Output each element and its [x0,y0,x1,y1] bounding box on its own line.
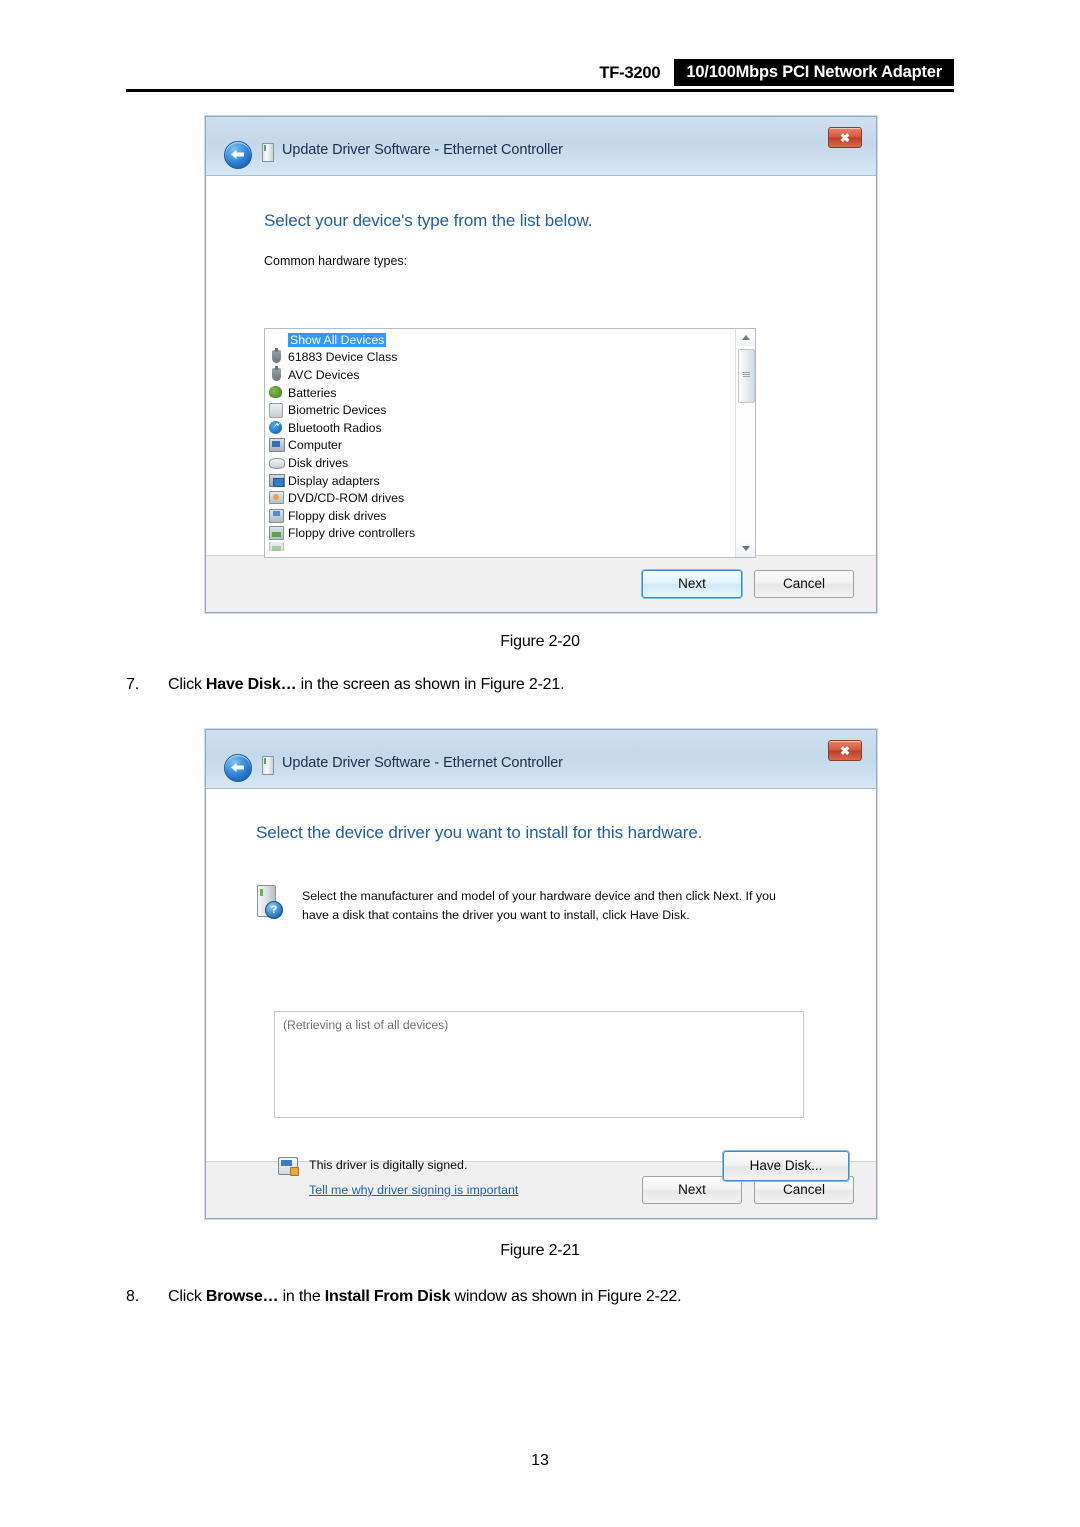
step-7-bold-1: Have Disk… [205,676,297,693]
none-icon [269,333,284,347]
plug-icon [269,365,284,382]
list-item-label: Biometric Devices [288,403,387,418]
list-item[interactable]: Biometric Devices [265,401,736,419]
floppy-disk-icon [269,508,284,523]
dialog1-heading: Select your device's type from the list … [264,211,593,230]
list-item-label: Computer [288,438,342,453]
biometric-icon [269,403,284,419]
disk-drive-icon [269,456,285,470]
floppy-controller-icon [269,526,284,541]
bluetooth-icon [269,420,284,435]
page-number: 13 [531,1452,549,1469]
step-8: 8. Click Browse… in the Install From Dis… [126,1288,682,1306]
step-8-text-1: Click [168,1288,206,1305]
list-item[interactable]: Computer [265,437,736,455]
back-arrow-icon[interactable] [224,141,252,169]
close-icon[interactable]: ✖ [828,127,862,148]
step-7-number: 7. [126,676,139,693]
header-banner: 10/100Mbps PCI Network Adapter [674,58,954,86]
list-item[interactable]: Bluetooth Radios [265,419,736,437]
list-item[interactable]: Show All Devices [265,331,736,349]
device-icon [262,143,274,162]
dialog1-titlebar: Update Driver Software - Ethernet Contro… [206,117,876,176]
hardware-types-list: Show All Devices 61883 Device Class AVC … [265,329,736,557]
hardware-types-listbox[interactable]: Show All Devices 61883 Device Class AVC … [264,328,756,558]
list-item-label: Bluetooth Radios [288,420,382,435]
page-header: TF-3200 10/100Mbps PCI Network Adapter [126,56,954,92]
list-item-label: Show All Devices [288,332,387,347]
dialog2-body: Select the device driver you want to ins… [206,789,876,1197]
generic-device-icon [269,542,284,552]
step-8-bold-1: Browse… [205,1288,279,1305]
scroll-down-icon[interactable] [736,540,755,557]
next-button[interactable]: Next [642,570,742,598]
device-list-box[interactable]: (Retrieving a list of all devices) [274,1011,804,1118]
dialog2-title: Update Driver Software - Ethernet Contro… [282,755,563,771]
list-item-label: AVC Devices [288,367,360,382]
header-rule [126,89,954,92]
device-icon [262,756,274,775]
list-item-label: Disk drives [288,455,349,470]
list-item[interactable]: Batteries [265,384,736,402]
list-item[interactable]: DVD/CD-ROM drives [265,489,736,507]
list-item[interactable]: 61883 Device Class [265,348,736,367]
update-driver-software-dialog-1: Update Driver Software - Ethernet Contro… [205,116,877,613]
device-list-placeholder: (Retrieving a list of all devices) [283,1018,449,1032]
dvd-drive-icon [269,491,284,505]
step-7-text-2: in the screen as shown in Figure 2-21. [296,676,565,693]
header-model: TF-3200 [599,64,661,82]
step-7: 7. Click Have Disk… in the screen as sho… [126,676,565,694]
step-8-bold-2: Install From Disk [324,1288,451,1305]
back-arrow-icon[interactable] [224,754,252,782]
list-item[interactable]: Disk drives [265,454,736,472]
question-badge-icon: ? [265,901,283,919]
list-item-label: 61883 Device Class [288,350,398,365]
hardware-device-icon: ? [255,885,283,919]
cancel-button[interactable]: Cancel [754,570,854,598]
dialog1-footer: Next Cancel [206,555,876,612]
scroll-up-icon[interactable] [736,329,755,346]
step-7-text-1: Click [168,676,206,693]
plug-icon [269,348,284,364]
list-item-label: Batteries [288,385,337,400]
dialog1-sublabel: Common hardware types: [264,254,408,268]
step-8-number: 8. [126,1288,139,1305]
list-item-label: Floppy drive controllers [288,526,416,541]
driver-signed-text: This driver is digitally signed. [309,1158,468,1172]
list-item-partial[interactable] [265,542,736,552]
update-driver-software-dialog-2: Update Driver Software - Ethernet Contro… [205,729,877,1219]
dialog1-title: Update Driver Software - Ethernet Contro… [282,142,563,158]
list-item-label: DVD/CD-ROM drives [288,491,405,506]
figure-caption-2-20: Figure 2-20 [500,633,580,650]
display-adapter-icon [269,473,285,488]
step-8-text-3: window as shown in Figure 2-22. [450,1288,682,1305]
dialog2-titlebar: Update Driver Software - Ethernet Contro… [206,730,876,789]
step-8-text-2: in the [278,1288,325,1305]
list-item[interactable]: Floppy disk drives [265,507,736,525]
close-icon[interactable]: ✖ [828,740,862,761]
driver-signing-link[interactable]: Tell me why driver signing is important [309,1183,518,1197]
dialog1-body: Select your device's type from the list … [206,176,876,558]
dialog2-heading: Select the device driver you want to ins… [256,823,703,842]
dialog2-instructions: Select the manufacturer and model of you… [302,889,776,922]
list-item-label: Display adapters [288,473,380,488]
list-item[interactable]: Floppy drive controllers [265,525,736,543]
scrollbar-thumb[interactable] [738,349,755,403]
have-disk-button[interactable]: Have Disk... [723,1151,849,1181]
figure-caption-2-21: Figure 2-21 [500,1242,580,1259]
list-item[interactable]: AVC Devices [265,365,736,384]
listbox-scrollbar[interactable] [735,329,755,557]
computer-icon [269,438,285,453]
battery-icon [269,385,284,400]
list-item-label: Floppy disk drives [288,508,387,523]
digital-signature-icon [278,1157,299,1176]
list-item[interactable]: Display adapters [265,472,736,490]
